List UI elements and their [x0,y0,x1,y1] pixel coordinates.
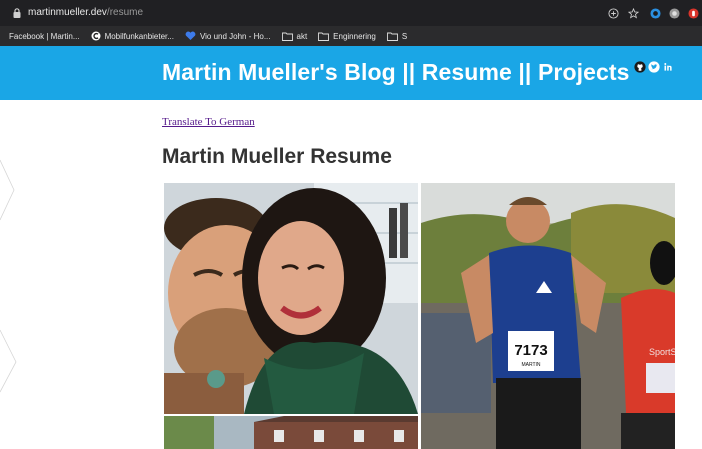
folder-icon [386,32,398,41]
page-title: Martin Mueller Resume [162,145,392,168]
url-path: /resume [106,7,144,18]
c-logo-icon [91,31,101,41]
url-text[interactable]: martinmueller.dev/resume [28,7,143,18]
bookmark-item[interactable]: Enginnering [318,32,376,41]
bookmark-label: S [401,31,408,41]
bookmark-item[interactable]: Facebook | Martin... [9,32,80,41]
bookmark-label: Mobilfunkanbieter... [104,31,174,41]
lock-icon [13,8,21,18]
social-links [634,61,674,73]
heart-icon [185,31,196,40]
address-bar[interactable]: martinmueller.dev/resume [0,0,702,26]
bib-name: MARTIN [521,362,540,368]
bookmark-item[interactable]: Mobilfunkanbieter... [91,31,174,41]
star-icon[interactable] [628,8,639,19]
bookmark-label: Vio und John - Ho... [199,31,271,41]
folder-icon [318,32,330,41]
folder-icon [281,32,293,41]
bookmark-label: Enginnering [333,31,376,41]
bookmark-item[interactable]: akt [281,31,308,41]
site-title-link[interactable]: Martin Mueller's Blog || Resume || Proje… [162,59,630,86]
bookmark-label: akt [296,31,308,41]
github-icon[interactable] [634,61,646,73]
extension-icon[interactable] [650,8,661,19]
couple-photo [164,183,418,414]
linkedin-icon[interactable] [662,61,674,73]
bib-number: 7173 [514,342,547,359]
building-photo [164,416,418,449]
browser-chrome: martinmueller.dev/resume Facebook | Mart… [0,0,702,46]
bookmark-item[interactable]: Vio und John - Ho... [185,31,271,41]
twitter-icon[interactable] [648,61,660,73]
bookmark-item[interactable]: S [386,31,408,41]
bookmark-label: Facebook | Martin... [9,31,80,41]
profile-icon[interactable] [669,8,680,19]
bookmarks-bar: Facebook | Martin... Mobilfunkanbieter..… [0,26,702,46]
url-domain: martinmueller.dev [28,7,107,18]
shield-icon[interactable] [688,8,699,19]
sponsor-text: SportSA [649,347,675,357]
translate-link[interactable]: Translate To German [162,116,255,128]
background-decoration [0,159,17,393]
add-circle-icon[interactable] [608,8,619,19]
running-photo: 7173 MARTIN SportSA [421,183,675,449]
